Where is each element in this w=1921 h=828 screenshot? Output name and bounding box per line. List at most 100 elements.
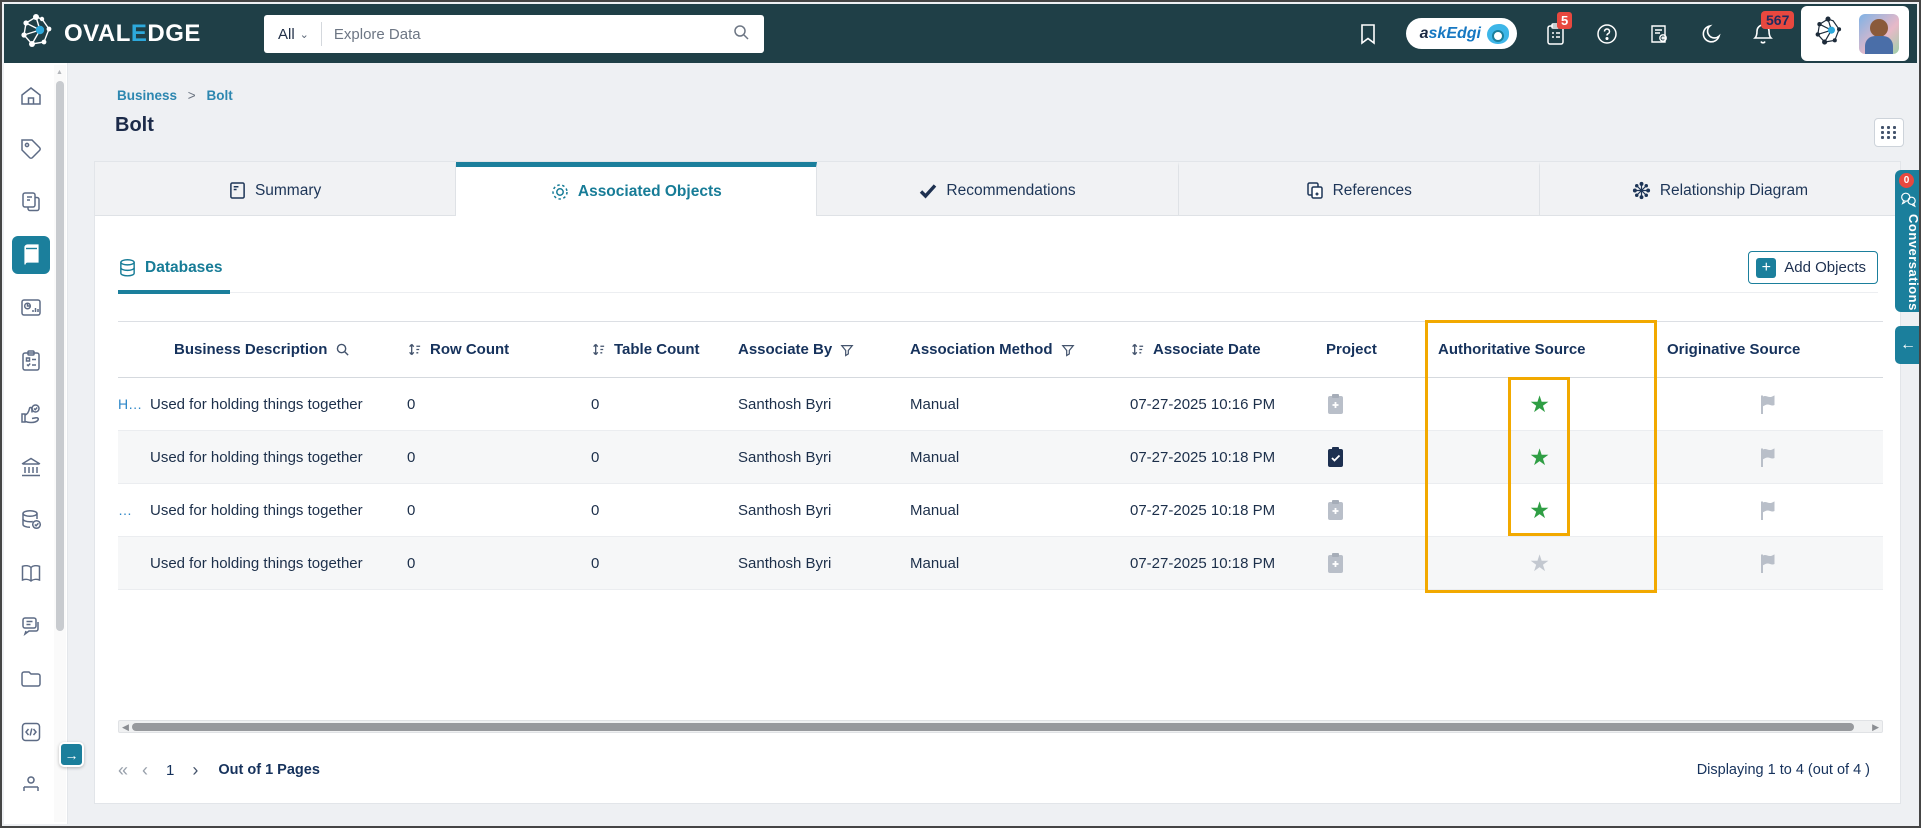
sidebar-scroll-thumb[interactable] bbox=[56, 81, 64, 631]
cell-association-method: Manual bbox=[897, 555, 1117, 572]
bookmark-icon[interactable] bbox=[1354, 20, 1382, 48]
originative-flag-icon[interactable] bbox=[1759, 447, 1777, 468]
sidebar-item-projects[interactable] bbox=[12, 342, 50, 380]
hscroll-thumb[interactable] bbox=[132, 723, 1854, 731]
chat-bubbles-icon bbox=[1899, 190, 1917, 213]
authoritative-star-icon[interactable]: ★ bbox=[1529, 499, 1550, 522]
pagination-bar: « ‹ 1 › Out of 1 Pages Displaying 1 to 4… bbox=[118, 750, 1870, 790]
table-header-row: Business Description Row Count Table Cou… bbox=[118, 321, 1883, 378]
sidebar-item-business-glossary[interactable] bbox=[12, 236, 50, 274]
scroll-left-icon[interactable]: ◀ bbox=[122, 721, 129, 733]
project-checked-icon[interactable] bbox=[1326, 446, 1345, 468]
header-authoritative-source[interactable]: Authoritative Source bbox=[1425, 341, 1654, 358]
subtab-row: Databases + Add Objects bbox=[95, 216, 1900, 302]
tab-recommendations[interactable]: Recommendations bbox=[817, 162, 1178, 215]
sidebar-item-query-sheet[interactable] bbox=[12, 713, 50, 751]
release-notes-icon[interactable] bbox=[1645, 20, 1673, 48]
header-association-method[interactable]: Association Method bbox=[897, 341, 1117, 358]
nine-dots-menu-button[interactable] bbox=[1874, 118, 1904, 147]
sidebar-item-approvals[interactable] bbox=[12, 395, 50, 433]
originative-flag-icon[interactable] bbox=[1759, 553, 1777, 574]
scroll-up-icon[interactable]: ▲ bbox=[56, 69, 63, 76]
topbar-actions: askEdgi 5 bbox=[1354, 4, 1909, 63]
header-associate-by[interactable]: Associate By bbox=[725, 341, 897, 358]
object-name-link[interactable]: … bbox=[118, 502, 144, 518]
user-avatar[interactable] bbox=[1859, 14, 1899, 54]
tab-relationship-diagram[interactable]: Relationship Diagram bbox=[1540, 162, 1900, 215]
subtab-databases[interactable]: Databases bbox=[118, 258, 223, 278]
tab-references[interactable]: References bbox=[1179, 162, 1540, 215]
sidebar-item-lineage[interactable] bbox=[12, 766, 50, 804]
search-icon[interactable] bbox=[335, 342, 350, 357]
sort-icon[interactable] bbox=[1130, 342, 1145, 357]
askedgi-bot-icon bbox=[1487, 24, 1509, 44]
header-business-description[interactable]: Business Description bbox=[144, 341, 394, 358]
associated-objects-icon bbox=[551, 183, 569, 201]
header-row-count[interactable]: Row Count bbox=[394, 341, 578, 358]
project-icon[interactable] bbox=[1326, 499, 1345, 521]
database-icon bbox=[118, 258, 137, 278]
prev-page-button[interactable]: ‹ bbox=[142, 761, 148, 779]
sidebar-item-conversations[interactable] bbox=[12, 607, 50, 645]
sidebar-item-tags[interactable] bbox=[12, 130, 50, 168]
sidebar-scrollbar[interactable]: ▲ bbox=[54, 65, 66, 822]
cell-associate-date: 07-27-2025 10:18 PM bbox=[1117, 449, 1313, 466]
search-scope-dropdown[interactable]: All⌄ bbox=[264, 26, 321, 43]
notifications-bell-icon[interactable]: 567 bbox=[1749, 20, 1777, 48]
project-icon[interactable] bbox=[1326, 393, 1345, 415]
add-objects-button[interactable]: + Add Objects bbox=[1748, 251, 1878, 284]
table-horizontal-scrollbar[interactable]: ◀ ▶ bbox=[118, 720, 1883, 733]
authoritative-star-icon[interactable]: ★ bbox=[1529, 393, 1550, 416]
divider bbox=[118, 292, 1878, 293]
cell-associate-by: Santhosh Byri bbox=[725, 449, 897, 466]
header-table-count[interactable]: Table Count bbox=[578, 341, 725, 358]
sidebar-expand-button[interactable]: → bbox=[59, 742, 84, 767]
authoritative-star-icon[interactable]: ★ bbox=[1529, 446, 1550, 469]
scroll-right-icon[interactable]: ▶ bbox=[1872, 721, 1879, 733]
active-subtab-underline bbox=[118, 290, 230, 294]
header-project[interactable]: Project bbox=[1313, 341, 1425, 358]
sidebar-item-home[interactable] bbox=[12, 77, 50, 115]
cell-row-count: 0 bbox=[394, 449, 578, 466]
askedgi-button[interactable]: askEdgi bbox=[1406, 18, 1517, 49]
breadcrumb-bolt-link[interactable]: Bolt bbox=[206, 88, 232, 103]
table-row: H… Used for holding things together 0 0 … bbox=[118, 378, 1883, 431]
references-icon bbox=[1306, 181, 1324, 200]
notifications-badge: 567 bbox=[1761, 11, 1794, 29]
next-page-button[interactable]: › bbox=[192, 761, 198, 779]
summary-icon bbox=[229, 181, 246, 200]
header-originative-source[interactable]: Originative Source bbox=[1654, 341, 1883, 358]
conversations-collapse-button[interactable]: ← bbox=[1895, 326, 1921, 364]
sidebar-item-reports[interactable] bbox=[12, 289, 50, 327]
sidebar-item-data-quality[interactable] bbox=[12, 501, 50, 539]
tasks-clipboard-icon[interactable]: 5 bbox=[1541, 20, 1569, 48]
sidebar-item-files[interactable] bbox=[12, 660, 50, 698]
object-name-link[interactable]: H… bbox=[118, 396, 144, 412]
search-input[interactable] bbox=[322, 26, 732, 43]
help-icon[interactable] bbox=[1593, 20, 1621, 48]
dark-mode-moon-icon[interactable] bbox=[1697, 20, 1725, 48]
breadcrumb-business-link[interactable]: Business bbox=[117, 88, 177, 103]
filter-icon[interactable] bbox=[1061, 343, 1075, 357]
tab-summary[interactable]: Summary bbox=[95, 162, 456, 215]
sort-icon[interactable] bbox=[591, 342, 606, 357]
sort-icon[interactable] bbox=[407, 342, 422, 357]
search-icon[interactable] bbox=[732, 23, 750, 46]
cell-associate-date: 07-27-2025 10:18 PM bbox=[1117, 502, 1313, 519]
first-page-button[interactable]: « bbox=[118, 761, 128, 779]
account-area[interactable] bbox=[1801, 6, 1909, 61]
originative-flag-icon[interactable] bbox=[1759, 394, 1777, 415]
originative-flag-icon[interactable] bbox=[1759, 500, 1777, 521]
conversations-panel-tab[interactable]: 0 Conversations bbox=[1895, 170, 1921, 312]
brand-logo[interactable]: OVALEDGE bbox=[4, 11, 254, 56]
project-icon[interactable] bbox=[1326, 552, 1345, 574]
filter-icon[interactable] bbox=[840, 343, 854, 357]
header-associate-date[interactable]: Associate Date bbox=[1117, 341, 1313, 358]
global-search: All⌄ bbox=[264, 15, 764, 53]
sidebar-item-catalog-book[interactable] bbox=[12, 554, 50, 592]
authoritative-star-icon[interactable]: ★ bbox=[1529, 552, 1550, 575]
tab-associated-objects[interactable]: Associated Objects bbox=[456, 162, 817, 216]
sidebar-item-governance[interactable] bbox=[12, 448, 50, 486]
sidebar-item-templates[interactable] bbox=[12, 183, 50, 221]
breadcrumb: Business > Bolt bbox=[117, 88, 233, 103]
